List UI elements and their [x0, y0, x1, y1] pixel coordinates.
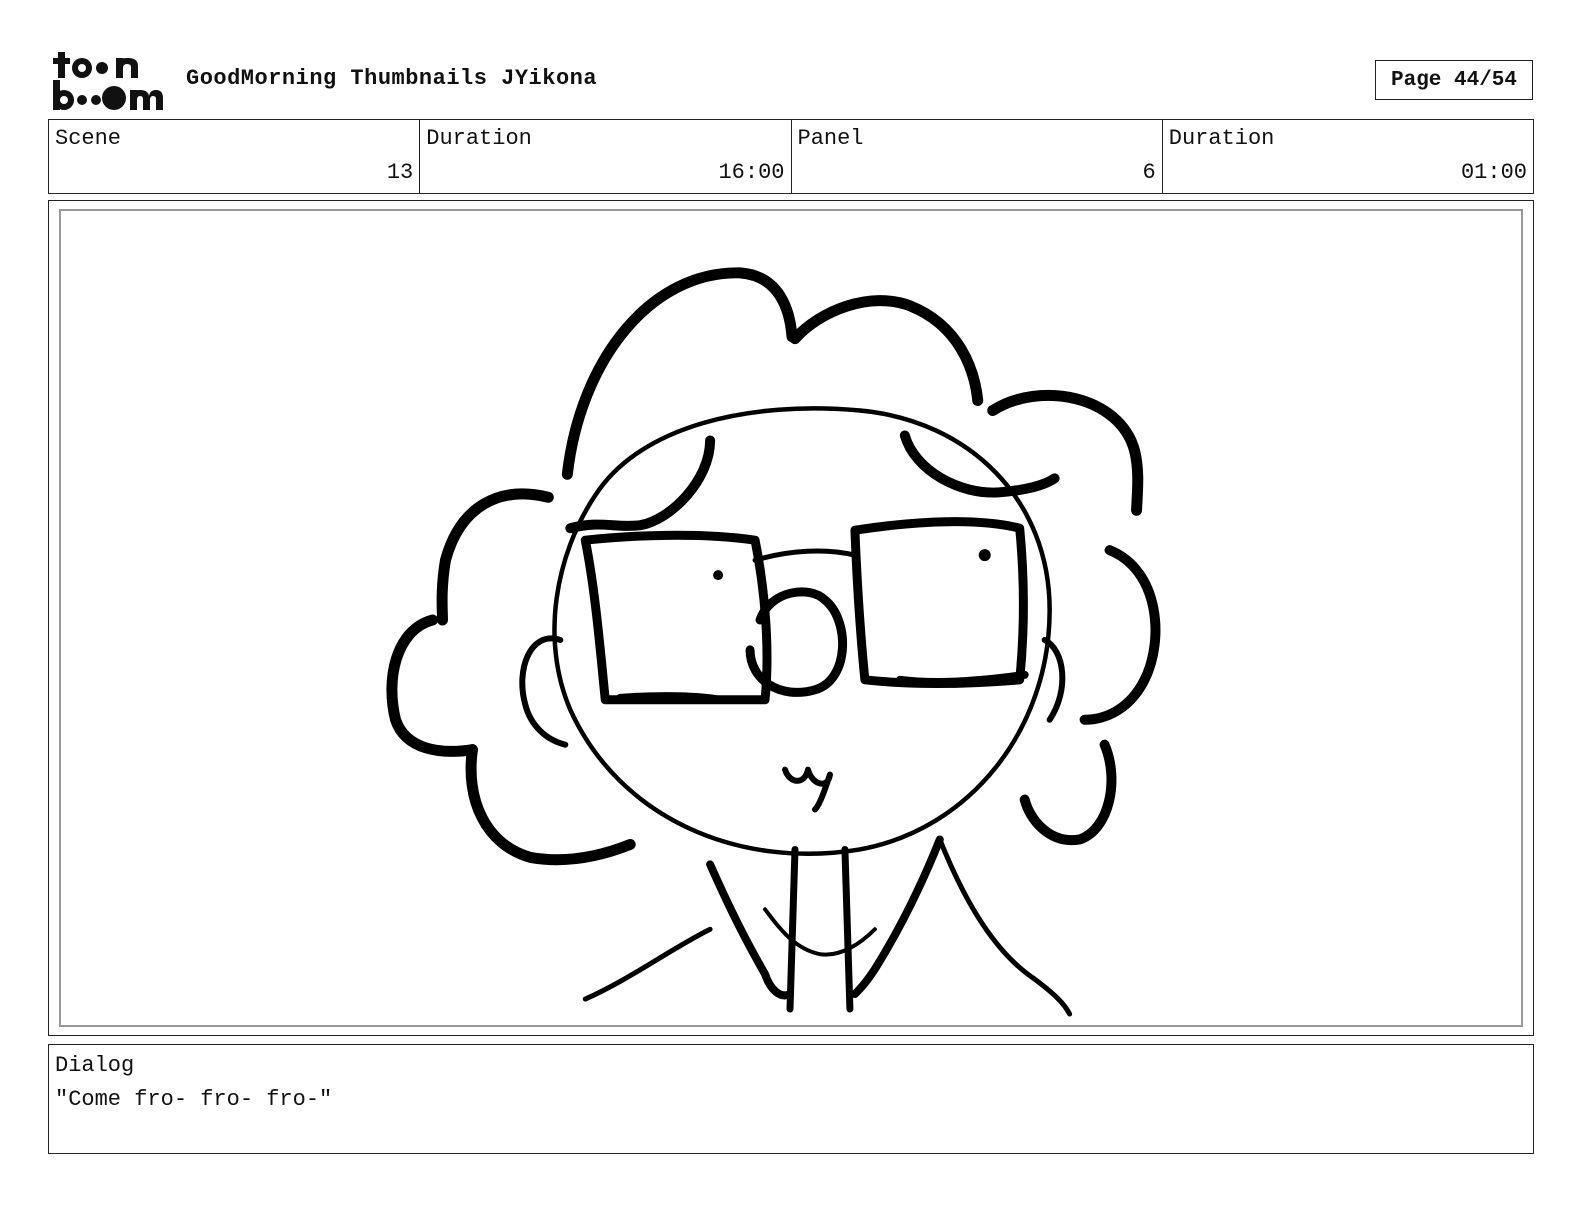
- shoulder-left: [582, 926, 713, 1002]
- panel-label: Panel: [797, 126, 864, 151]
- eye-left-closed: [616, 692, 725, 704]
- scene-duration-cell: Duration 16:00: [420, 120, 792, 193]
- bangs-right: [899, 430, 1060, 498]
- panel-duration-label: Duration: [1168, 126, 1275, 151]
- page-indicator: Page 44/54: [1375, 60, 1533, 100]
- panel-duration-value: 01:00: [1460, 160, 1527, 185]
- collar-inner: [763, 907, 877, 957]
- panel-cell: Panel 6: [792, 120, 1163, 193]
- toonboom-logo: [52, 50, 164, 112]
- panel-value: 6: [1142, 160, 1156, 185]
- hair-left-mid: [386, 614, 478, 757]
- hair-top-right: [789, 295, 984, 407]
- mouth: [782, 766, 833, 813]
- scene-label: Scene: [55, 126, 122, 151]
- info-row: Scene 13 Duration 16:00 Panel 6 Duration…: [48, 119, 1534, 194]
- hair-right-mid: [1079, 545, 1161, 725]
- scene-cell: Scene 13: [49, 120, 421, 193]
- shoulder-right: [937, 836, 1073, 1017]
- logo-top-row: [53, 52, 138, 78]
- dialog-text: "Come fro- fro- fro-": [55, 1087, 333, 1112]
- logo-bottom-row: [53, 80, 163, 110]
- collar-left: [706, 860, 794, 1000]
- neck-right: [841, 845, 854, 1013]
- glasses-bridge: [752, 548, 858, 563]
- document-title: GoodMorning Thumbnails JYikona: [186, 66, 598, 91]
- face-outline: [552, 406, 1052, 856]
- glasses-right-lens: [850, 517, 1028, 689]
- hair-top-left: [561, 267, 798, 480]
- storyboard-panel: [59, 209, 1523, 1027]
- hair-left-upper: [436, 488, 554, 626]
- dialog-label: Dialog: [55, 1053, 135, 1078]
- storyboard-panel-frame: [48, 200, 1534, 1036]
- collar-right: [850, 835, 944, 999]
- ear-left: [519, 635, 569, 748]
- dialog-box: Dialog "Come fro- fro- fro-": [48, 1044, 1534, 1154]
- eye-left-pupil: [713, 570, 724, 581]
- neck-left: [786, 845, 799, 1013]
- eye-right-closed: [895, 670, 1029, 686]
- panel-duration-cell: Duration 01:00: [1163, 120, 1533, 193]
- scene-duration-label: Duration: [426, 126, 532, 151]
- eye-right-pupil: [978, 549, 991, 562]
- panel-sketch: [386, 267, 1161, 1017]
- glasses-left-lens: [580, 530, 772, 705]
- hair-right-lower: [1019, 739, 1117, 846]
- scene-duration-value: 16:00: [718, 160, 785, 185]
- scene-value: 13: [386, 160, 414, 185]
